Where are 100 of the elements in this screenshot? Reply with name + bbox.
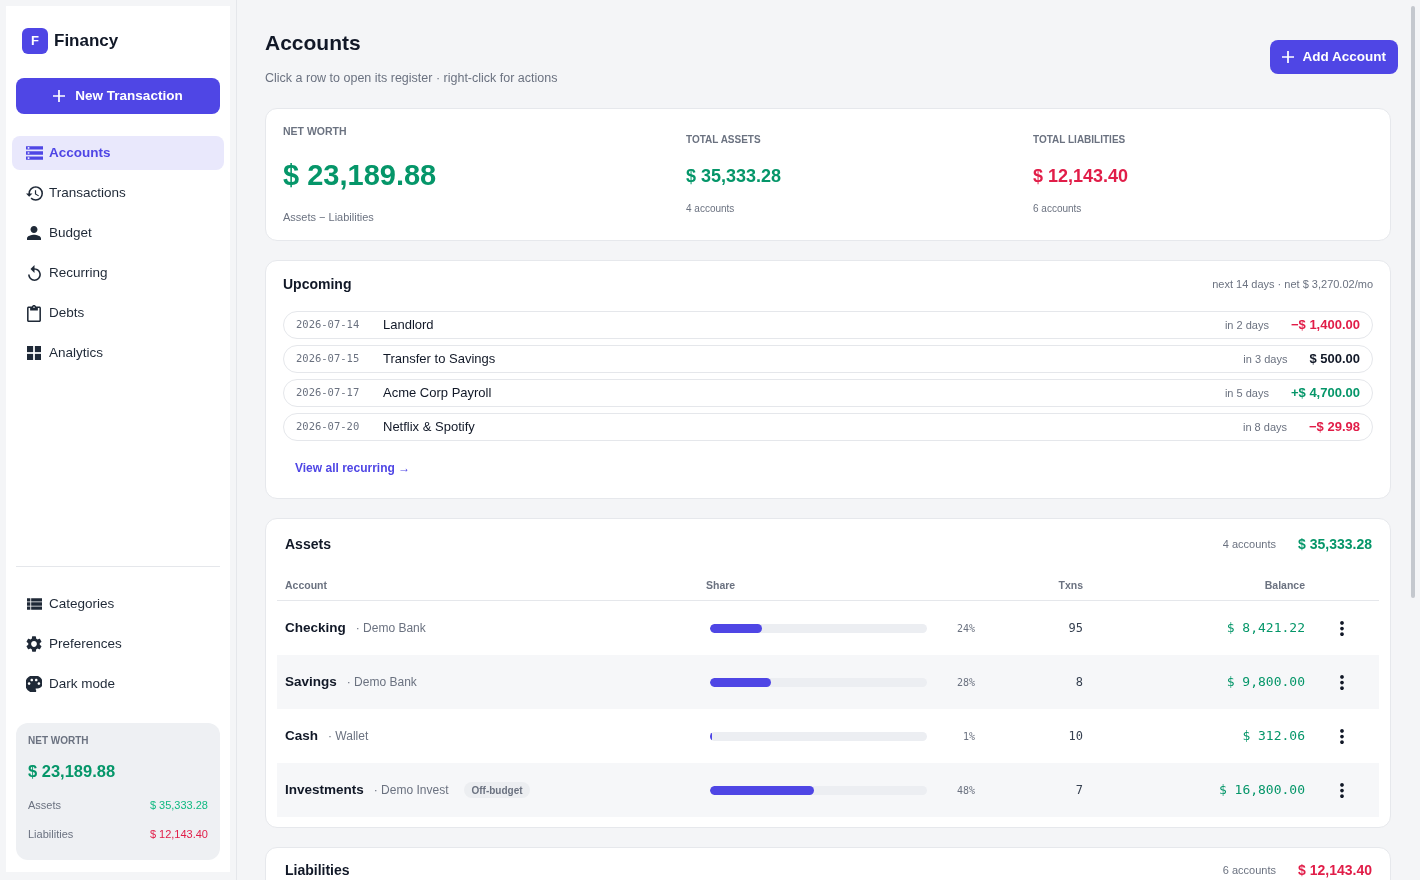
account-row[interactable]: Cash · Wallet 1% 10 $ 312.06	[277, 709, 1379, 763]
more-options-icon[interactable]	[1340, 728, 1344, 744]
upcoming-amount: −$ 29.98	[1309, 418, 1360, 437]
nav-item[interactable]: Accounts	[12, 136, 224, 170]
upcoming-due: in 2 days	[1224, 317, 1269, 333]
list-icon	[26, 598, 42, 610]
section-meta: 6 accounts	[1222, 862, 1277, 878]
summary-label: Liabilities	[28, 827, 74, 841]
stat-note: Assets − Liabilities	[283, 210, 375, 224]
section-title: Upcoming	[283, 274, 352, 294]
section-title: Liabilities	[285, 860, 351, 880]
upcoming-date: 2026-07-20	[296, 419, 361, 435]
nav-item[interactable]: Debts	[12, 296, 224, 330]
stacked-bars-icon	[25, 146, 43, 160]
new-transaction-button[interactable]: New Transaction	[16, 78, 220, 114]
palette-icon	[26, 676, 42, 692]
more-options-icon[interactable]	[1340, 782, 1344, 798]
account-institution: · Demo Bank	[355, 620, 426, 637]
upcoming-date: 2026-07-17	[296, 385, 361, 401]
account-name: Investments	[285, 780, 364, 799]
nav-item[interactable]: Transactions	[12, 176, 224, 210]
app-name: Financy	[54, 30, 119, 53]
share-percent: 48%	[956, 783, 975, 798]
section-meta: 4 accounts	[1222, 536, 1277, 552]
account-institution: · Demo Bank	[346, 674, 417, 691]
account-balance: $ 9,800.00	[1226, 673, 1305, 692]
account-name: Savings	[285, 672, 337, 691]
account-balance: $ 16,800.00	[1218, 781, 1305, 800]
plus-icon	[1281, 51, 1294, 63]
page-subtitle: Click a row to open its register · right-click for actions	[265, 70, 558, 86]
more-options-icon[interactable]	[1340, 674, 1344, 690]
account-name: Checking	[285, 618, 346, 637]
nav-item[interactable]: Analytics	[12, 336, 224, 370]
nav-item[interactable]: Budget	[12, 216, 224, 250]
summary-value: $ 35,333.28	[149, 798, 208, 812]
account-institution: · Demo Invest	[373, 782, 449, 799]
stat-note: 4 accounts	[686, 202, 736, 216]
net-worth-value: $ 23,189.88	[28, 761, 117, 782]
upcoming-amount: −$ 1,400.00	[1290, 316, 1360, 335]
scrollbar-thumb[interactable]	[1411, 6, 1415, 598]
summary-label: Assets	[28, 798, 61, 812]
upcoming-name: Landlord	[383, 316, 435, 335]
account-row[interactable]: Investments · Demo Invest Off-budget 48% 7 $ 16,800.00	[277, 763, 1379, 817]
upcoming-due: in 5 days	[1224, 385, 1269, 401]
column-header: Share	[706, 578, 736, 592]
account-name: Cash	[285, 726, 318, 745]
stat-label: NET WORTH	[283, 124, 348, 138]
txn-count: 7	[1075, 782, 1083, 799]
section-title: Assets	[285, 534, 332, 554]
settings-icon	[26, 636, 42, 652]
nav-item[interactable]: Dark mode	[12, 667, 224, 701]
upcoming-amount: $ 500.00	[1309, 350, 1360, 369]
upcoming-name: Acme Corp Payroll	[383, 384, 493, 403]
history-icon	[25, 185, 43, 201]
person-icon	[27, 226, 41, 240]
add-account-button[interactable]: Add Account	[1269, 40, 1398, 74]
upcoming-due: in 8 days	[1243, 419, 1288, 435]
plus-icon	[53, 90, 66, 102]
net-worth-label: NET WORTH	[28, 734, 90, 748]
circular-arrow-icon	[27, 265, 41, 281]
account-balance: $ 312.06	[1242, 727, 1305, 746]
off-budget-tag: Off-budget	[464, 782, 530, 798]
upcoming-amount: +$ 4,700.00	[1290, 384, 1360, 403]
account-row[interactable]: Savings · Demo Bank 28% 8 $ 9,800.00	[277, 655, 1379, 709]
stat-label: TOTAL LIABILITIES	[1033, 133, 1127, 147]
stat-value: $ 12,143.40	[1033, 165, 1130, 188]
upcoming-name: Netflix & Spotify	[383, 418, 476, 437]
column-header: Account	[285, 578, 327, 592]
upcoming-name: Transfer to Savings	[383, 350, 497, 369]
upcoming-date: 2026-07-15	[296, 351, 361, 367]
upcoming-date: 2026-07-14	[296, 317, 361, 333]
share-percent: 24%	[956, 621, 975, 636]
stat-value: $ 23,189.88	[283, 158, 438, 193]
upcoming-due: in 3 days	[1243, 351, 1288, 367]
txn-count: 10	[1068, 728, 1083, 745]
nav-item[interactable]: Preferences	[12, 627, 224, 661]
column-header: Balance	[1264, 578, 1305, 592]
txn-count: 8	[1075, 674, 1083, 691]
account-row[interactable]: Checking · Demo Bank 24% 95 $ 8,421.22	[277, 601, 1379, 655]
stat-note: 6 accounts	[1033, 202, 1083, 216]
page-title: Accounts	[265, 30, 362, 56]
txn-count: 95	[1068, 620, 1083, 637]
section-total: $ 12,143.40	[1298, 860, 1372, 880]
section-meta: next 14 days · net $ 3,270.02/mo	[1212, 276, 1373, 292]
nav-item[interactable]: Categories	[12, 587, 224, 621]
column-header: Txns	[1058, 578, 1083, 592]
share-percent: 1%	[962, 729, 975, 744]
grid-icon	[27, 346, 41, 360]
stat-label: TOTAL ASSETS	[686, 133, 762, 147]
account-balance: $ 8,421.22	[1226, 619, 1305, 638]
section-total: $ 35,333.28	[1298, 534, 1372, 554]
more-options-icon[interactable]	[1340, 620, 1344, 636]
clipboard-icon	[27, 304, 41, 322]
share-percent: 28%	[956, 675, 975, 690]
account-institution: · Wallet	[328, 728, 369, 745]
view-all-link[interactable]: View all recurring →	[295, 460, 411, 476]
stat-value: $ 35,333.28	[686, 165, 783, 188]
nav-item[interactable]: Recurring	[12, 256, 224, 290]
summary-value: $ 12,143.40	[149, 827, 208, 841]
logo-mark: F	[22, 28, 48, 54]
